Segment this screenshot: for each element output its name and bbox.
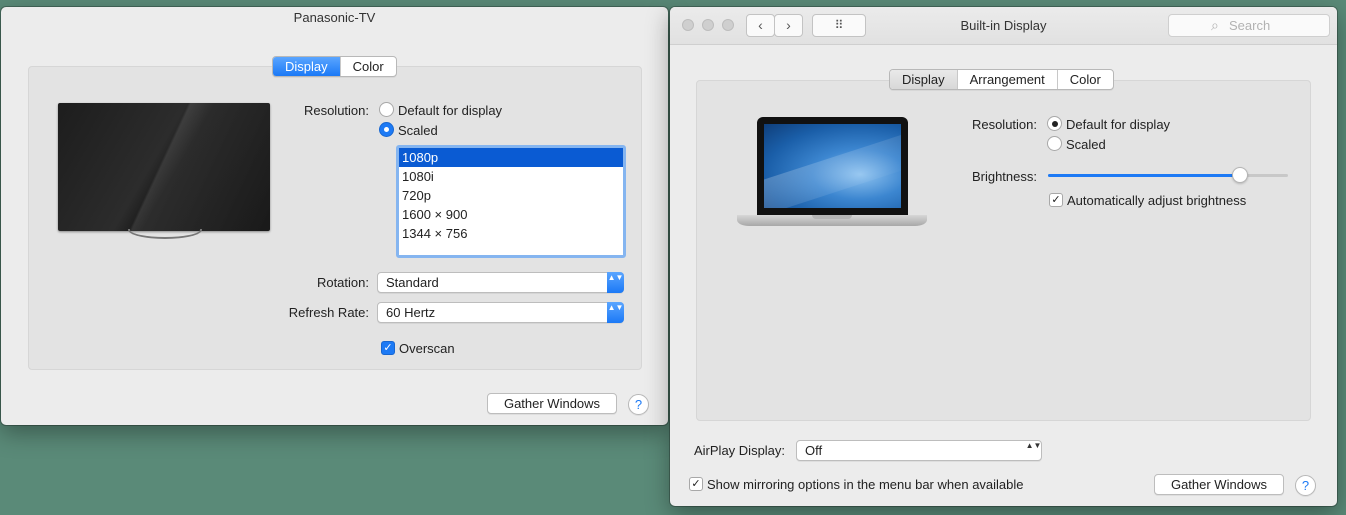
rotation-popup[interactable]: Standard ▲▼ (377, 272, 624, 293)
list-item[interactable]: 1600 × 900 (399, 205, 623, 224)
panasonic-tv-window: Panasonic-TV Display Color Resolution: D… (1, 7, 668, 425)
resolution-label: Resolution: (303, 103, 369, 118)
radio-default-for-display[interactable] (1047, 116, 1062, 131)
mirroring-checkbox[interactable]: ✓ (689, 477, 703, 491)
brightness-slider-thumb[interactable] (1232, 167, 1248, 183)
list-item[interactable]: 1080p (399, 148, 623, 167)
help-button[interactable]: ? (628, 394, 649, 415)
refresh-rate-label: Refresh Rate: (288, 305, 369, 320)
radio-scaled[interactable] (1047, 136, 1062, 151)
rotation-label: Rotation: (316, 275, 369, 290)
built-in-display-window: ‹ › ⠿ Built-in Display ⌕ Search Display … (670, 7, 1337, 506)
airplay-display-label: AirPlay Display: (694, 443, 786, 458)
radio-scaled[interactable] (379, 122, 394, 137)
window-title: Panasonic-TV (293, 10, 376, 25)
rotation-value: Standard (386, 275, 439, 290)
list-item[interactable]: 1080i (399, 167, 623, 186)
tab-color[interactable]: Color (341, 57, 396, 76)
search-placeholder: Search (1229, 18, 1271, 33)
help-button[interactable]: ? (1295, 475, 1316, 496)
brightness-slider[interactable] (1048, 167, 1288, 183)
gather-windows-button[interactable]: Gather Windows (1154, 474, 1284, 495)
scaled-resolution-list[interactable]: 1080p 1080i 720p 1600 × 900 1344 × 756 (396, 145, 626, 258)
list-item[interactable]: 720p (399, 186, 623, 205)
popup-arrows-icon: ▲▼ (607, 272, 624, 293)
macbook-notch (812, 215, 852, 219)
brightness-label: Brightness: (971, 169, 1037, 184)
gather-windows-button[interactable]: Gather Windows (487, 393, 617, 414)
radio-scaled-label[interactable]: Scaled (1066, 137, 1106, 152)
auto-brightness-checkbox[interactable]: ✓ (1049, 193, 1063, 207)
tab-arrangement[interactable]: Arrangement (958, 70, 1058, 89)
search-field[interactable]: ⌕ Search (1168, 14, 1330, 37)
mirroring-label[interactable]: Show mirroring options in the menu bar w… (707, 477, 1024, 492)
radio-default-for-display[interactable] (379, 102, 394, 117)
list-item[interactable]: 1344 × 756 (399, 224, 623, 243)
radio-scaled-label[interactable]: Scaled (398, 123, 438, 138)
tab-display[interactable]: Display (273, 57, 341, 76)
airplay-display-popup[interactable]: Off ▲▼ (796, 440, 1042, 461)
overscan-checkbox[interactable]: ✓ (381, 341, 395, 355)
airplay-display-value: Off (805, 443, 823, 458)
brightness-slider-fill (1048, 174, 1240, 177)
tab-color[interactable]: Color (1058, 70, 1113, 89)
popup-arrows-icon: ▲▼ (607, 302, 624, 323)
resolution-label: Resolution: (971, 117, 1037, 132)
tab-bar: Display Arrangement Color (889, 69, 1114, 90)
refresh-rate-value: 60 Hertz (386, 305, 436, 320)
macbook-wallpaper (764, 124, 901, 208)
search-icon: ⌕ (1211, 17, 1219, 33)
macbook-illustration (757, 117, 908, 215)
refresh-rate-popup[interactable]: 60 Hertz ▲▼ (377, 302, 624, 323)
radio-default-label[interactable]: Default for display (1066, 117, 1170, 132)
tab-display[interactable]: Display (890, 70, 958, 89)
tv-illustration (58, 103, 270, 231)
radio-default-label[interactable]: Default for display (398, 103, 502, 118)
popup-arrows-icon: ▲▼ (1025, 441, 1042, 450)
overscan-label[interactable]: Overscan (399, 341, 455, 356)
auto-brightness-label[interactable]: Automatically adjust brightness (1067, 193, 1246, 208)
tab-bar: Display Color (272, 56, 397, 77)
